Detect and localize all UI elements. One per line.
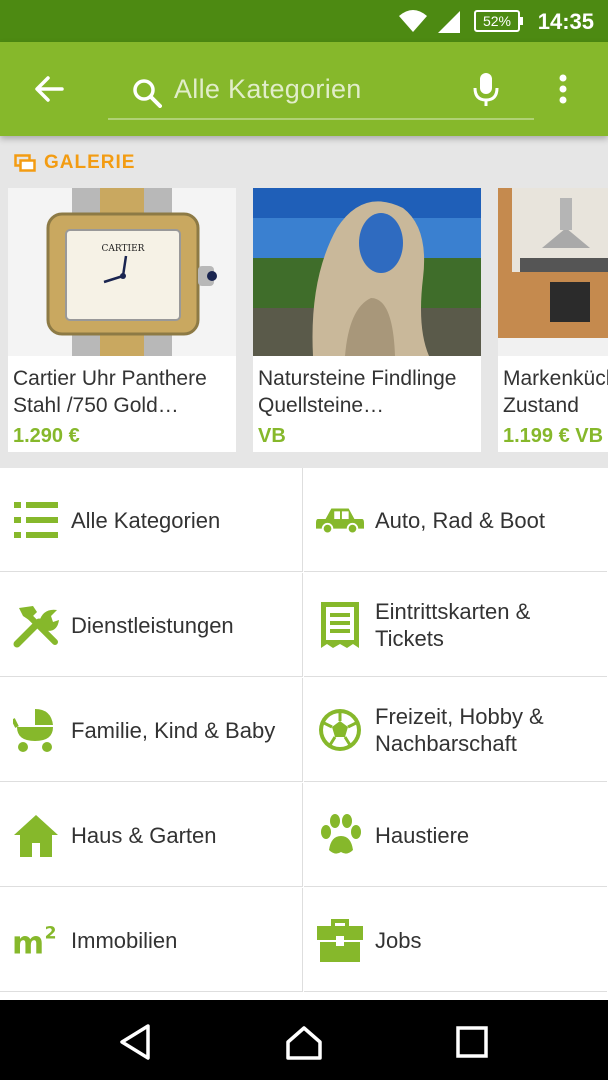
listing-price: 1.199 € VB: [503, 425, 604, 447]
gallery-header: GALERIE: [14, 152, 135, 174]
search-input[interactable]: Alle Kategorien: [174, 74, 362, 105]
listing-title: Natursteine Findlinge: [258, 367, 457, 390]
nav-back-icon[interactable]: [114, 1020, 158, 1064]
nav-recents-icon[interactable]: [450, 1020, 494, 1064]
svg-text:2: 2: [45, 923, 57, 943]
category-auto-rad-boot[interactable]: Auto, Rad & Boot: [304, 468, 607, 572]
paw-icon: [316, 811, 364, 859]
tools-icon: [12, 601, 60, 649]
category-label: Haus & Garten: [71, 822, 217, 848]
briefcase-icon: [316, 916, 364, 964]
category-label: Alle Kategorien: [71, 507, 221, 533]
search-field[interactable]: Alle Kategorien: [108, 64, 534, 120]
gallery-icon: [14, 154, 36, 172]
listing-title: Cartier Uhr Panthere: [13, 367, 207, 390]
category-grid: Alle Kategorien Auto, Rad & Boot Dienstl…: [0, 468, 608, 1000]
listing-title: Quellsteine…: [258, 394, 385, 417]
listing-price: 1.290 €: [13, 425, 80, 447]
category-haustiere[interactable]: Haustiere: [304, 783, 607, 887]
category-label: Familie, Kind & Baby: [71, 717, 276, 743]
back-arrow-icon[interactable]: [32, 72, 66, 106]
category-immobilien[interactable]: m 2 Immobilien: [0, 888, 303, 992]
signal-icon: [438, 11, 460, 33]
category-dienstleistungen[interactable]: Dienstleistungen: [0, 573, 303, 677]
svg-text:CARTIER: CARTIER: [102, 244, 145, 254]
list-icon: [12, 496, 60, 544]
category-label: Freizeit, Hobby & Nachbarschaft: [375, 704, 544, 756]
nav-home-icon[interactable]: [282, 1020, 326, 1064]
more-options-icon[interactable]: [558, 74, 568, 104]
listing-price: VB: [258, 425, 286, 447]
category-label: Dienstleistungen: [71, 612, 234, 638]
category-label: Immobilien: [71, 927, 178, 953]
category-familie-kind-baby[interactable]: Familie, Kind & Baby: [0, 678, 303, 782]
gallery-title: GALERIE: [44, 152, 136, 173]
search-icon: [133, 79, 162, 108]
m2-icon: m 2: [12, 916, 60, 964]
stroller-icon: [12, 706, 60, 754]
status-bar: 52% 14:35: [0, 0, 608, 42]
watch-image: CARTIER: [8, 188, 236, 356]
soccer-ball-icon: [316, 706, 364, 754]
category-haus-garten[interactable]: Haus & Garten: [0, 783, 303, 887]
gallery-card[interactable]: Natursteine Findlinge Quellsteine… VB: [253, 188, 481, 452]
gallery-card[interactable]: Markenküche Zustand 1.199 € VB: [498, 188, 608, 452]
clock: 14:35: [537, 9, 594, 34]
car-icon: [316, 496, 364, 544]
gallery-carousel[interactable]: CARTIER Cartier Uhr Panthere Stahl /750 …: [8, 188, 608, 452]
gallery-card[interactable]: CARTIER Cartier Uhr Panthere Stahl /750 …: [8, 188, 236, 452]
top-app-bar: Alle Kategorien: [0, 42, 608, 136]
system-navigation-bar: [0, 1000, 608, 1080]
listing-title: Stahl /750 Gold…: [13, 394, 179, 417]
battery-icon: 52%: [474, 10, 523, 32]
kitchen-image: [498, 188, 608, 356]
battery-level: 52%: [482, 13, 512, 29]
category-label: Haustiere: [375, 822, 470, 848]
svg-text:m: m: [12, 926, 44, 960]
stone-image: [253, 188, 481, 356]
wifi-icon: [399, 10, 427, 32]
ticket-icon: [316, 601, 364, 649]
listing-title: Zustand: [503, 394, 579, 417]
category-alle-kategorien[interactable]: Alle Kategorien: [0, 468, 303, 572]
category-freizeit-hobby-nachbarschaft[interactable]: Freizeit, Hobby & Nachbarschaft: [304, 678, 607, 782]
listing-title: Markenküche: [503, 367, 608, 390]
category-label: Eintrittskarten & Tickets: [375, 599, 531, 651]
category-label: Jobs: [375, 927, 422, 953]
microphone-icon[interactable]: [472, 72, 500, 108]
category-label: Auto, Rad & Boot: [375, 507, 545, 533]
house-icon: [12, 811, 60, 859]
category-jobs[interactable]: Jobs: [304, 888, 607, 992]
category-eintrittskarten-tickets[interactable]: Eintrittskarten & Tickets: [304, 573, 607, 677]
